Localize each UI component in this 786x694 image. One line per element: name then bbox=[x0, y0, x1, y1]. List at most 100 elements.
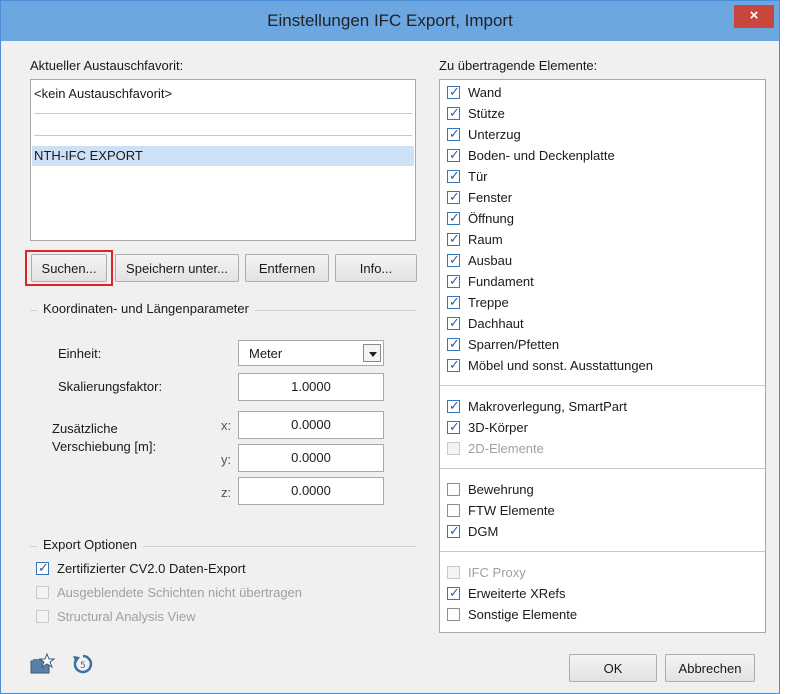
close-button[interactable]: × bbox=[734, 5, 774, 28]
check-icon: ✓ bbox=[449, 419, 460, 434]
coords-group-title: Koordinaten- und Längenparameter bbox=[37, 301, 255, 316]
element-label: Makroverlegung, SmartPart bbox=[468, 399, 627, 414]
check-icon: ✓ bbox=[449, 585, 460, 600]
remove-button[interactable]: Entfernen bbox=[245, 254, 329, 282]
dropdown-button[interactable] bbox=[363, 344, 381, 362]
x-label: x: bbox=[221, 418, 232, 433]
checkbox[interactable]: ✓ bbox=[447, 523, 460, 538]
check-icon: ✓ bbox=[449, 189, 460, 204]
element-label: Stütze bbox=[468, 106, 505, 121]
group-separator bbox=[440, 468, 765, 469]
svg-text:5: 5 bbox=[80, 661, 86, 671]
element-label: FTW Elemente bbox=[468, 503, 555, 518]
checkbox[interactable]: ✓ bbox=[447, 210, 460, 225]
check-icon: ✓ bbox=[449, 105, 460, 120]
cancel-button[interactable]: Abbrechen bbox=[665, 654, 755, 682]
offset-label-line1: Zusätzliche bbox=[52, 421, 118, 436]
scale-input[interactable]: 1.0000 bbox=[238, 373, 384, 401]
favorites-item-selected[interactable]: NTH-IFC EXPORT bbox=[32, 146, 414, 166]
checkbox[interactable]: ✓ bbox=[447, 585, 460, 600]
checkbox[interactable]: ✓ bbox=[447, 105, 460, 120]
checkbox[interactable]: ✓ bbox=[447, 419, 460, 434]
element-label: Möbel und sonst. Ausstattungen bbox=[468, 358, 654, 373]
star-folder-icon[interactable] bbox=[30, 652, 56, 675]
element-label: Treppe bbox=[468, 295, 509, 310]
z-label: z: bbox=[221, 485, 232, 500]
checkbox[interactable] bbox=[447, 566, 460, 579]
checkbox[interactable]: ✓ bbox=[447, 168, 460, 183]
check-icon: ✓ bbox=[449, 294, 460, 309]
group-separator bbox=[440, 385, 765, 386]
check-icon: ✓ bbox=[449, 84, 460, 99]
ok-button[interactable]: OK bbox=[569, 654, 657, 682]
element-label: Bewehrung bbox=[468, 482, 534, 497]
z-offset-input[interactable]: 0.0000 bbox=[238, 477, 384, 505]
element-label: DGM bbox=[468, 524, 499, 539]
checkbox[interactable]: ✓ bbox=[447, 315, 460, 330]
check-icon: ✓ bbox=[449, 168, 460, 183]
check-icon: ✓ bbox=[449, 147, 460, 162]
favorites-item-label: NTH-IFC EXPORT bbox=[34, 148, 143, 163]
option-label: Structural Analysis View bbox=[57, 609, 196, 624]
x-offset-input[interactable]: 0.0000 bbox=[238, 411, 384, 439]
search-button[interactable]: Suchen... bbox=[31, 254, 107, 282]
check-icon: ✓ bbox=[449, 252, 460, 267]
checkbox[interactable]: ✓ bbox=[447, 336, 460, 351]
check-icon: ✓ bbox=[449, 523, 460, 538]
element-label: Dachhaut bbox=[468, 316, 524, 331]
offset-label-line2: Verschiebung [m]: bbox=[52, 439, 157, 454]
element-label: Sonstige Elemente bbox=[468, 607, 578, 622]
option-label: Zertifizierter CV2.0 Daten-Export bbox=[57, 561, 246, 576]
checkbox[interactable]: ✓ bbox=[447, 126, 460, 141]
title-bar[interactable]: Einstellungen IFC Export, Import × bbox=[1, 1, 779, 41]
check-icon: ✓ bbox=[38, 560, 49, 575]
export-options-title: Export Optionen bbox=[37, 537, 143, 552]
window-title: Einstellungen IFC Export, Import bbox=[267, 11, 513, 30]
element-label: Sparren/Pfetten bbox=[468, 337, 560, 352]
elements-label: Zu übertragende Elemente: bbox=[439, 58, 598, 73]
checkbox[interactable] bbox=[36, 610, 49, 623]
checkbox[interactable] bbox=[447, 608, 460, 621]
list-divider bbox=[34, 135, 412, 136]
check-icon: ✓ bbox=[449, 315, 460, 330]
checkbox[interactable] bbox=[36, 586, 49, 599]
checkbox[interactable]: ✓ bbox=[447, 84, 460, 99]
scale-label: Skalierungsfaktor: bbox=[58, 379, 163, 394]
dialog-window: Einstellungen IFC Export, Import × Aktue… bbox=[0, 0, 780, 694]
checkbox[interactable]: ✓ bbox=[447, 273, 460, 288]
favorites-item-none[interactable]: <kein Austauschfavorit> bbox=[34, 86, 172, 101]
check-icon: ✓ bbox=[449, 210, 460, 225]
unit-select[interactable]: Meter bbox=[238, 340, 384, 366]
checkbox[interactable]: ✓ bbox=[447, 231, 460, 246]
checkbox[interactable] bbox=[447, 442, 460, 455]
element-label: Öffnung bbox=[468, 211, 515, 226]
group-separator bbox=[440, 551, 765, 552]
unit-select-value: Meter bbox=[249, 346, 283, 361]
elements-list[interactable]: ✓ Wand ✓ Stütze ✓ Unterzug ✓ Boden- und Deckenp… bbox=[439, 79, 766, 633]
save-as-button[interactable]: Speichern unter... bbox=[115, 254, 239, 282]
checkbox[interactable]: ✓ bbox=[36, 560, 49, 575]
element-label: Boden- und Deckenplatte bbox=[468, 148, 615, 163]
reset-icon[interactable]: 5 bbox=[71, 652, 95, 676]
checkbox[interactable]: ✓ bbox=[447, 189, 460, 204]
check-icon: ✓ bbox=[449, 398, 460, 413]
checkbox[interactable]: ✓ bbox=[447, 147, 460, 162]
element-label: Wand bbox=[468, 85, 502, 100]
favorites-list[interactable]: <kein Austauschfavorit> NTH-IFC EXPORT bbox=[30, 79, 416, 241]
check-icon: ✓ bbox=[449, 231, 460, 246]
checkbox[interactable]: ✓ bbox=[447, 294, 460, 309]
y-offset-input[interactable]: 0.0000 bbox=[238, 444, 384, 472]
check-icon: ✓ bbox=[449, 357, 460, 372]
unit-label: Einheit: bbox=[58, 346, 102, 361]
element-label: IFC Proxy bbox=[468, 565, 526, 580]
favorites-label: Aktueller Austauschfavorit: bbox=[30, 58, 184, 73]
checkbox[interactable]: ✓ bbox=[447, 357, 460, 372]
checkbox[interactable]: ✓ bbox=[447, 252, 460, 267]
checkbox[interactable] bbox=[447, 483, 460, 496]
check-icon: ✓ bbox=[449, 273, 460, 288]
checkbox[interactable]: ✓ bbox=[447, 398, 460, 413]
y-label: y: bbox=[221, 452, 232, 467]
element-label: Fenster bbox=[468, 190, 513, 205]
checkbox[interactable] bbox=[447, 504, 460, 517]
info-button[interactable]: Info... bbox=[335, 254, 417, 282]
